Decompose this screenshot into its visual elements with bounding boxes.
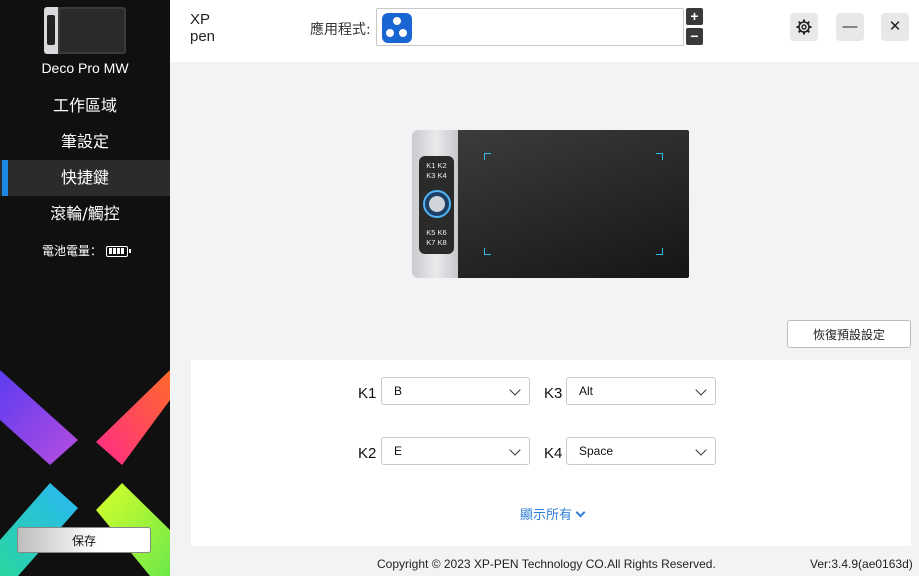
key-labels-k5-k6: K5 K6 [426,228,447,237]
key-label-k3: K3 [544,385,563,402]
chevron-down-icon [509,444,521,456]
tablet-key-strip: K1 K2 K3 K4 K5 K6 K7 K8 [412,130,460,278]
battery-icon [106,246,131,257]
minus-icon: − [690,28,699,44]
application-label: 應用程式: [310,22,371,38]
tablet-illustration: K1 K2 K3 K4 K5 K6 K7 K8 [412,130,689,278]
key-label-k2: K2 [358,445,377,462]
key-k3-select[interactable]: Alt [566,377,716,405]
dial-wheel [423,190,451,218]
sidebar-item-pen-settings[interactable]: 筆設定 [0,124,170,160]
key-k2-value: E [394,444,403,458]
key-k4-value: Space [579,444,614,458]
sidebar-item-work-area[interactable]: 工作區域 [0,88,170,124]
battery-status: 電池電量： [0,242,170,259]
sidebar-item-wheel-touch[interactable]: 滾輪/觸控 [0,196,170,232]
battery-label: 電池電量： [41,244,102,258]
save-button[interactable]: 保存 [17,527,151,553]
express-key-panel: K1 K2 K3 K4 K5 K6 K7 K8 [419,156,454,254]
chevron-down-icon [509,384,521,396]
chevron-down-icon [695,444,707,456]
shortcut-key-panel: K1 B K3 Alt K2 E K4 Space 顯示所有 [191,360,911,546]
close-icon: ✕ [888,18,902,35]
key-k3-value: Alt [579,384,594,398]
copyright-text: Copyright © 2023 XP-PEN Technology CO.Al… [377,557,716,571]
show-all-link[interactable]: 顯示所有 [520,504,586,523]
key-labels-k3-k4: K3 K4 [426,171,447,180]
sidebar-item-shortcut-keys[interactable]: 快捷鍵 [0,160,170,196]
all-apps-icon [382,13,412,43]
key-label-k4: K4 [544,445,563,462]
device-name: Deco Pro MW [41,60,129,76]
header: XP pen 應用程式: + − — ✕ [170,0,919,62]
show-all-label: 顯示所有 [520,508,573,523]
gear-icon [796,19,812,35]
settings-button[interactable] [790,13,818,41]
sidebar: Deco Pro MW 工作區域 筆設定 快捷鍵 滾輪/觸控 電池電量： 保存 [0,0,170,576]
close-button[interactable]: ✕ [881,13,909,41]
application-selector[interactable] [376,8,684,46]
chevron-down-icon [575,507,586,518]
key-label-k1: K1 [358,385,377,402]
plus-icon: + [690,8,699,24]
logo-text-xp: XP [190,11,210,28]
key-k2-select[interactable]: E [381,437,530,465]
key-k4-select[interactable]: Space [566,437,716,465]
minimize-icon: — [842,18,858,35]
tablet-active-area [458,130,689,278]
remove-application-button[interactable]: − [686,28,703,45]
key-k1-value: B [394,384,403,398]
key-labels-k7-k8: K7 K8 [426,238,447,247]
key-labels-k1-k2: K1 K2 [426,161,447,170]
restore-defaults-button[interactable]: 恢復預設設定 [787,320,911,348]
device-thumbnail [44,7,126,54]
key-k1-select[interactable]: B [381,377,530,405]
sidebar-nav: 工作區域 筆設定 快捷鍵 滾輪/觸控 [0,88,170,232]
logo-text-pen: pen [190,28,215,44]
xp-pen-logo: XP pen [190,11,215,44]
add-application-button[interactable]: + [686,8,703,25]
chevron-down-icon [695,384,707,396]
minimize-button[interactable]: — [836,13,864,41]
version-text: Ver:3.4.9(ae0163d) [810,557,913,571]
